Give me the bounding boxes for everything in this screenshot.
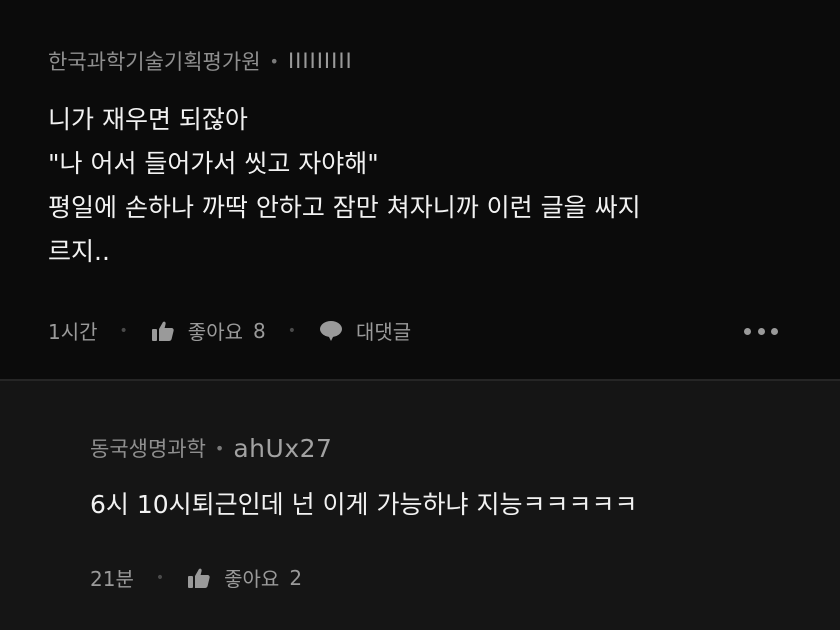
separator-dot: • [214, 438, 225, 458]
thumbs-up-icon [150, 319, 176, 343]
like-count: 2 [289, 565, 303, 590]
reply-actions: 21분 • 좋아요 2 [90, 563, 302, 592]
like-count: 8 [253, 318, 266, 343]
separator-dot: • [287, 322, 296, 339]
comment-body: 니가 재우면 되잖아 "나 어서 들어가서 씻고 자야해" 평일에 손하나 까딱… [48, 98, 641, 274]
speech-bubble-icon [318, 319, 344, 343]
reply-time: 21분 [90, 567, 134, 591]
reply-header: 동국생명과학 • ahUx27 [90, 433, 332, 463]
reply-button[interactable]: 대댓글 [318, 316, 411, 345]
like-button[interactable]: 좋아요 8 [150, 316, 266, 345]
separator-dot: • [119, 322, 128, 339]
like-label: 좋아요 [187, 320, 243, 344]
comment-item: 한국과학기술기획평가원 • IIIIIIIII 니가 재우면 되잖아 "나 어서… [0, 0, 840, 380]
comment-line: 평일에 손하나 까딱 안하고 잠만 쳐자니까 이런 글을 싸지 [48, 193, 641, 222]
reply-label: 대댓글 [356, 320, 412, 344]
reply-item: 동국생명과학 • ahUx27 6시 10시퇴근인데 넌 이게 가능하냐 지능ㅋ… [0, 381, 840, 630]
comment-author[interactable]: 한국과학기술기획평가원 [48, 46, 261, 76]
separator-dot: • [269, 51, 279, 71]
comment-line: "나 어서 들어가서 씻고 자야해" [48, 149, 379, 178]
comment-time: 1시간 [48, 320, 98, 344]
comment-thread: 한국과학기술기획평가원 • IIIIIIIII 니가 재우면 되잖아 "나 어서… [0, 0, 840, 630]
thumbs-up-icon [186, 566, 212, 590]
comment-actions: 1시간 • 좋아요 8 • 대댓글 [48, 316, 411, 345]
reply-author[interactable]: 동국생명과학 [90, 433, 206, 463]
more-horizontal-icon[interactable] [744, 326, 778, 336]
comment-handle[interactable]: IIIIIIIII [288, 49, 353, 73]
comment-header: 한국과학기술기획평가원 • IIIIIIIII [48, 46, 353, 76]
like-button[interactable]: 좋아요 2 [186, 563, 302, 592]
comment-line: 르지.. [48, 237, 110, 266]
like-label: 좋아요 [224, 567, 280, 591]
reply-body: 6시 10시퇴근인데 넌 이게 가능하냐 지능ㅋㅋㅋㅋㅋ [90, 490, 638, 519]
separator-dot: • [155, 569, 165, 586]
reply-handle[interactable]: ahUx27 [233, 434, 332, 463]
comment-line: 니가 재우면 되잖아 [48, 105, 248, 134]
